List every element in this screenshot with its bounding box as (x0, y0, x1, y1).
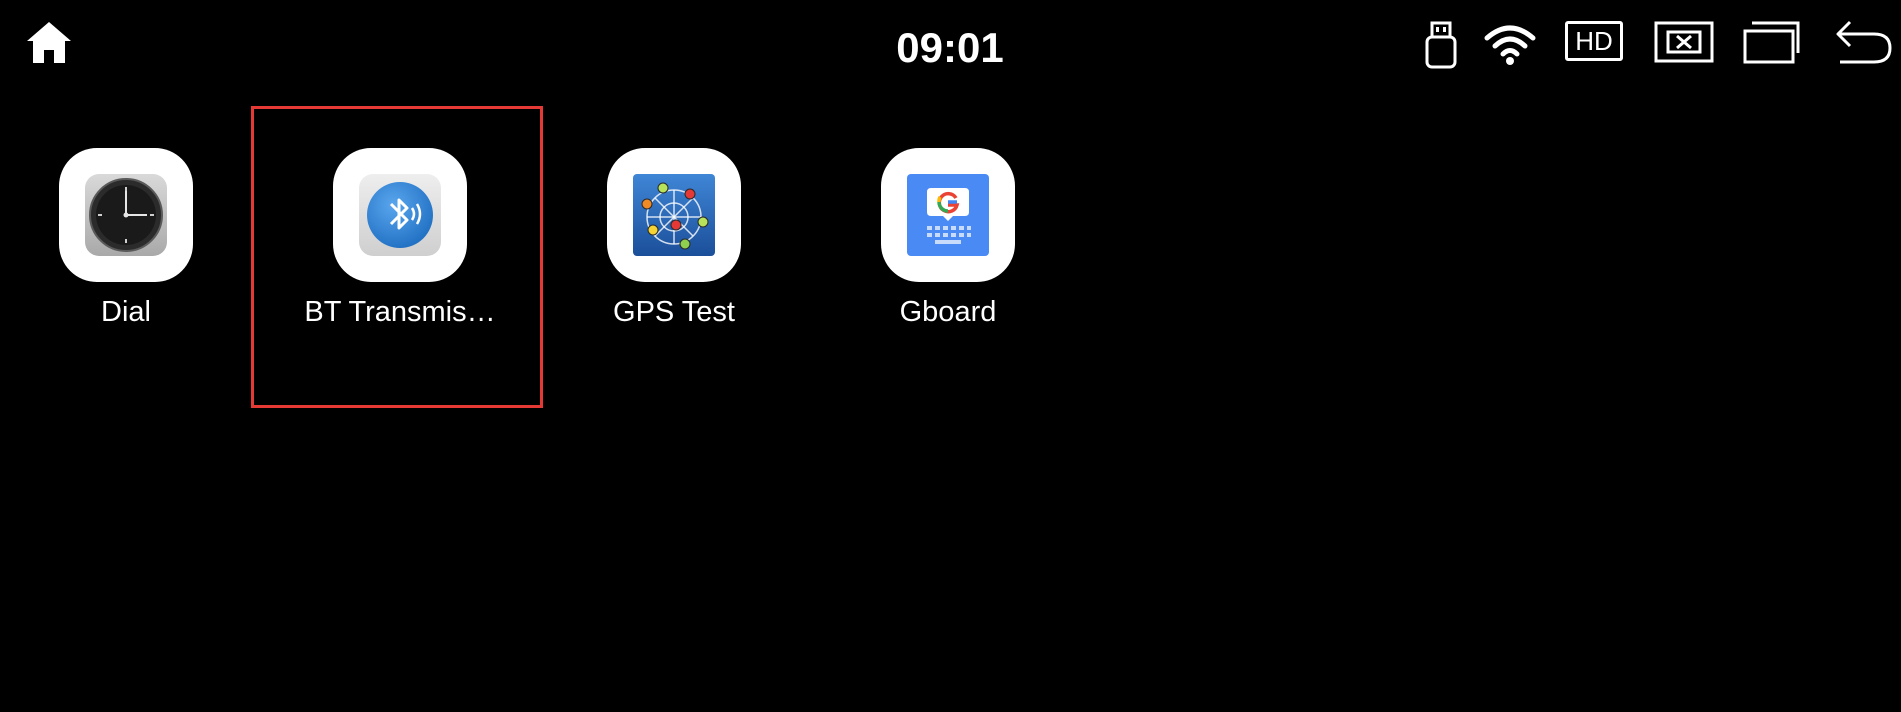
gps-test-icon (633, 174, 715, 256)
app-tile[interactable] (881, 148, 1015, 282)
gboard-icon (907, 174, 989, 256)
wifi-icon (1484, 25, 1536, 65)
close-window-icon[interactable] (1654, 21, 1714, 63)
app-gps-test[interactable]: GPS Test (548, 148, 788, 338)
clock: 09:01 (896, 24, 1004, 71)
app-label: GPS Test (613, 296, 735, 328)
back-icon[interactable] (1834, 18, 1894, 66)
hd-icon[interactable]: HD (1565, 21, 1623, 61)
app-dial[interactable]: Dial (0, 148, 240, 338)
hd-label: HD (1575, 26, 1613, 56)
selection-highlight (251, 106, 543, 408)
usb-icon (1425, 21, 1457, 69)
app-gboard[interactable]: Gboard (822, 148, 1062, 338)
app-tile[interactable] (59, 148, 193, 282)
app-tile[interactable] (607, 148, 741, 282)
app-label: Gboard (899, 296, 997, 328)
home-icon[interactable] (24, 19, 74, 65)
app-label: Dial (101, 296, 151, 328)
recent-apps-icon[interactable] (1742, 19, 1802, 65)
status-bar: 09:01 HD (0, 0, 1901, 96)
clock-dial-icon (85, 174, 167, 256)
